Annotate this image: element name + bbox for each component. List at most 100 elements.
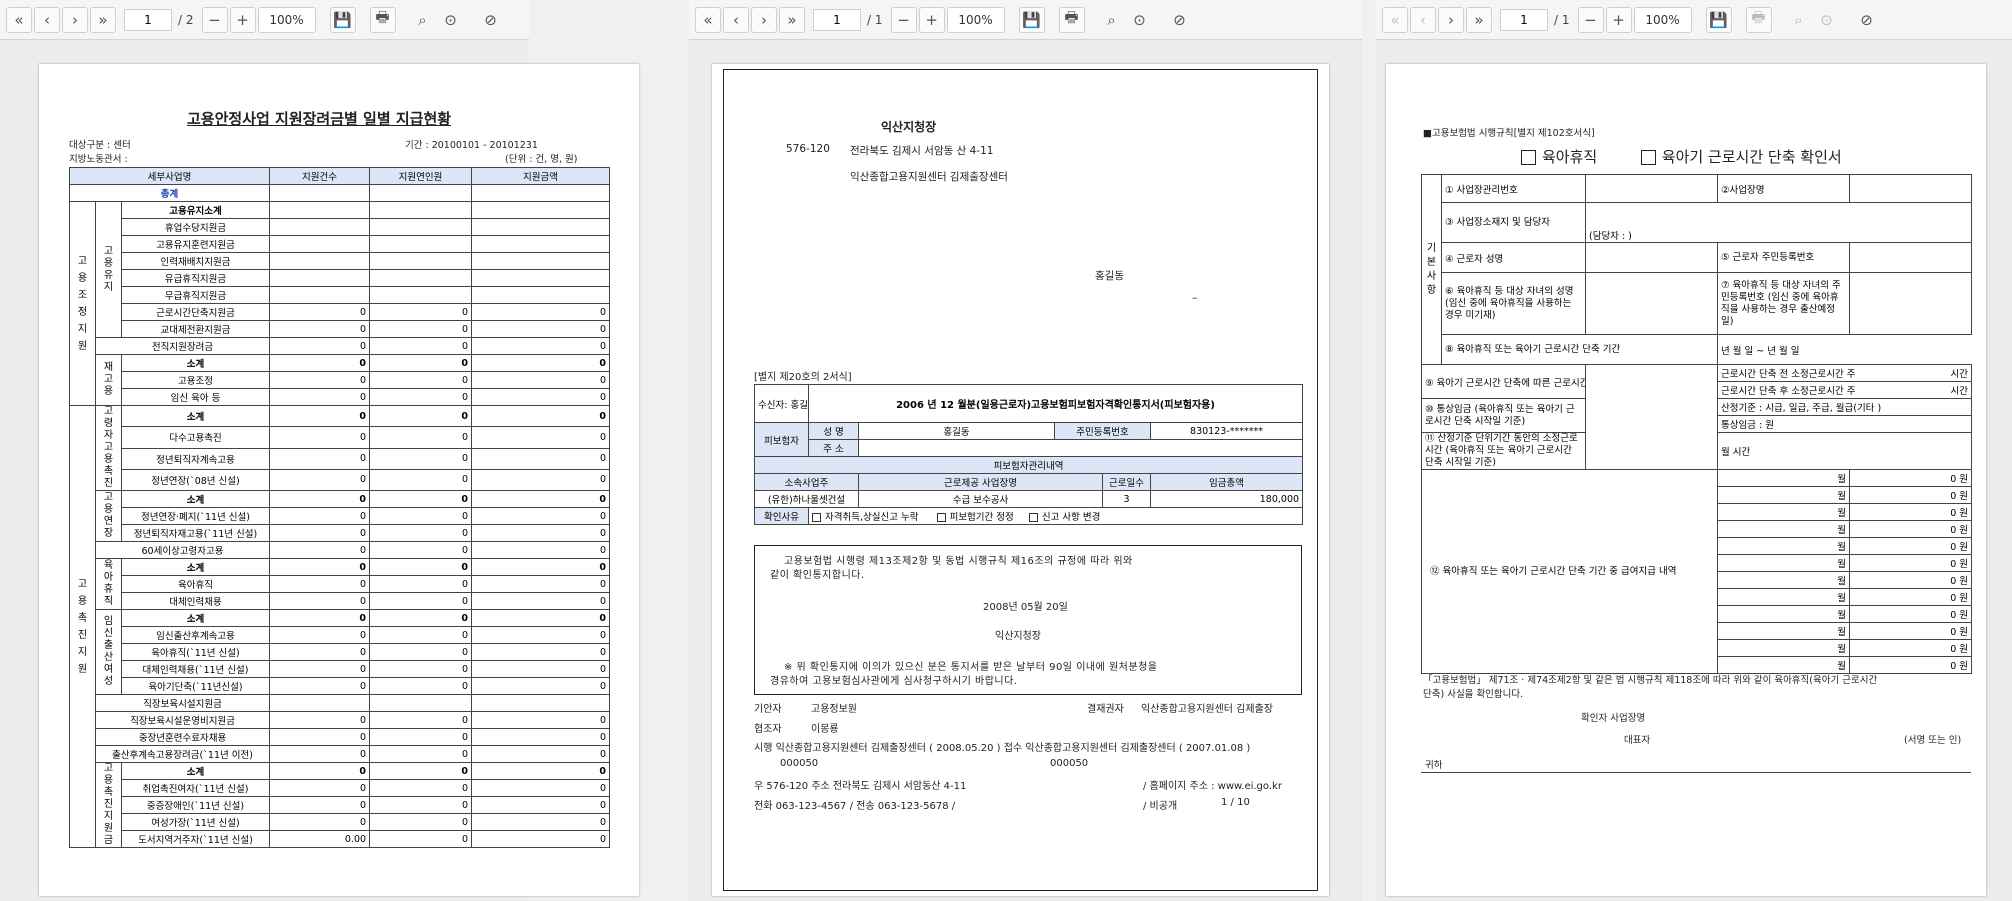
row-people: 0 <box>369 626 473 644</box>
row-amount: 0 <box>471 490 611 508</box>
search-icon[interactable]: ⌕ <box>1099 7 1125 33</box>
table-row: 중장년훈련수료자채용 0 0 0 <box>70 728 611 746</box>
stop-icon[interactable]: ⊘ <box>478 7 504 33</box>
page-input[interactable] <box>1500 8 1548 31</box>
notice-sender: 익산지청장 <box>881 120 937 134</box>
private-label: / 비공개 <box>1143 801 1178 812</box>
zoom-in-icon[interactable]: + <box>1605 6 1632 33</box>
row-name: 육아기단축(`11년신설) <box>120 677 271 695</box>
stop-icon[interactable]: ⊘ <box>1167 7 1193 33</box>
next-page-icon[interactable]: › <box>1438 6 1464 33</box>
row-count: 0 <box>269 524 371 542</box>
stop-icon[interactable]: ⊘ <box>1854 7 1880 33</box>
row-people: 0 <box>369 830 473 848</box>
table-row: 출산후계속고용장려금(`11년 이전) 0 0 0 <box>70 745 611 763</box>
col-wage: 임금총액 <box>1149 473 1304 491</box>
last-page-icon[interactable]: » <box>779 6 805 33</box>
first-page-icon[interactable]: « <box>6 6 32 33</box>
row-amount: 0 <box>471 426 611 449</box>
row-count: 0 <box>269 592 371 610</box>
category-level2: 고용연장 <box>95 490 122 542</box>
zoom-in-icon[interactable]: + <box>229 6 256 33</box>
reduction-checkbox[interactable] <box>1640 150 1656 165</box>
payment-amount: 0 원 <box>1849 554 1972 572</box>
zoom-search-icon[interactable]: ⊙ <box>1127 7 1153 33</box>
row-count: 0 <box>269 796 371 814</box>
print-icon[interactable]: 🖶 <box>1058 6 1085 33</box>
page-input[interactable] <box>813 8 861 31</box>
payment-month: 월 <box>1717 656 1850 674</box>
row-people: 0 <box>369 426 473 449</box>
zoom-select[interactable]: 100% <box>1633 6 1692 33</box>
row-name: 정년퇴직자재고용(`11년 신설) <box>120 524 271 542</box>
table-row: 전직지원장려금 0 0 0 <box>70 337 611 355</box>
leave-checkbox[interactable] <box>1521 150 1536 165</box>
row-people: 0 <box>369 371 473 389</box>
table-row: 임신출산후계속고용 0 0 0 <box>70 626 611 644</box>
payment-month: 월 <box>1717 520 1850 538</box>
zoom-in-icon[interactable]: + <box>918 6 945 33</box>
row-name: 교대제전환지원금 <box>120 320 271 338</box>
prev-page-icon[interactable]: ‹ <box>34 6 60 33</box>
report-period: 기간 : 20100101 - 20101231 <box>405 140 538 151</box>
row-name: 취업촉진여자(`11년 신설) <box>120 779 271 797</box>
f9-label: ⑨ 육아기 근로시간 단축에 따른 근로시간 변동 <box>1421 364 1586 399</box>
first-page-icon[interactable]: « <box>1382 6 1408 33</box>
basic-info-side: 기본사항 <box>1421 174 1442 365</box>
page-input[interactable] <box>124 8 172 31</box>
reason3-checkbox[interactable] <box>1028 513 1038 522</box>
save-icon[interactable]: 💾 <box>1705 6 1732 33</box>
row-count: 0 <box>269 813 371 831</box>
zoom-out-icon[interactable]: − <box>890 6 917 33</box>
prev-page-icon[interactable]: ‹ <box>1410 6 1436 33</box>
name-value: 홍길동 <box>858 422 1055 440</box>
f5-label: ⑤ 근로자 주민등록번호 <box>1717 242 1850 273</box>
zoom-select[interactable]: 100% <box>946 6 1005 33</box>
save-icon[interactable]: 💾 <box>1018 6 1045 33</box>
next-page-icon[interactable]: › <box>62 6 88 33</box>
row-count: 0 <box>269 447 371 470</box>
row-amount <box>471 694 611 712</box>
row-name: 육아휴직 <box>120 575 271 593</box>
reason1-checkbox[interactable] <box>812 513 821 522</box>
form-title: 2006 년 12 월분(일용근로자)고용보험피보험자격확인통지서(피보험자용) <box>807 384 1304 423</box>
print-icon[interactable]: 🖶 <box>1745 6 1772 33</box>
zoom-search-icon[interactable]: ⊙ <box>1814 7 1840 33</box>
notice-dash: – <box>1192 292 1198 304</box>
prev-page-icon[interactable]: ‹ <box>723 6 749 33</box>
zoom-select[interactable]: 100% <box>257 6 316 33</box>
reason-options: 자격취득,상실신고 누락 피보험기간 정정 신고 사항 변경 <box>807 507 1304 525</box>
zoom-search-icon[interactable]: ⊙ <box>438 7 464 33</box>
row-people: 0 <box>369 745 473 763</box>
management-label: 피보험자관리내역 <box>753 456 1304 474</box>
table-row: 직장보육시설운영비지원금 0 0 0 <box>70 711 611 729</box>
table-row: 직장보육시설지원금 <box>70 694 611 712</box>
row-name: 고용유지훈련지원금 <box>120 235 271 253</box>
row-count: 0 <box>269 779 371 797</box>
print-icon[interactable]: 🖶 <box>369 6 396 33</box>
row-count: 0 <box>269 354 371 372</box>
row-people <box>369 252 473 270</box>
search-icon[interactable]: ⌕ <box>410 7 436 33</box>
report-table: 세부사업명 지원건수 지원연인원 지원금액 총계 고용조정지원 고용유지 고용유지소… <box>68 167 611 848</box>
page-total: / 2 <box>178 12 194 27</box>
payment-amount: 0 원 <box>1849 622 1972 640</box>
f6-label: ⑥ 육아휴직 등 대상 자녀의 성명 (임신 중에 육아휴직을 사용하는 경우 … <box>1441 272 1586 335</box>
f7-label: ⑦ 육아휴직 등 대상 자녀의 주민등록번호 (임신 중에 육아휴직을 사용하는… <box>1717 272 1850 335</box>
zoom-out-icon[interactable]: − <box>1577 6 1604 33</box>
last-page-icon[interactable]: » <box>1466 6 1492 33</box>
last-page-icon[interactable]: » <box>90 6 116 33</box>
row-people <box>369 286 473 304</box>
notice-date: 2008년 05월 20일 <box>983 602 1068 613</box>
row-name: 직장보육시설운영비지원금 <box>94 711 271 729</box>
first-page-icon[interactable]: « <box>695 6 721 33</box>
report-office: 지방노동관서 : <box>69 154 128 165</box>
zoom-out-icon[interactable]: − <box>201 6 228 33</box>
row-name: 근로시간단축지원금 <box>120 303 271 321</box>
reason2-checkbox[interactable] <box>936 513 946 522</box>
next-page-icon[interactable]: › <box>751 6 777 33</box>
payment-month: 월 <box>1717 622 1850 640</box>
row-people: 0 <box>369 609 473 627</box>
search-icon[interactable]: ⌕ <box>1786 7 1812 33</box>
save-icon[interactable]: 💾 <box>329 6 356 33</box>
